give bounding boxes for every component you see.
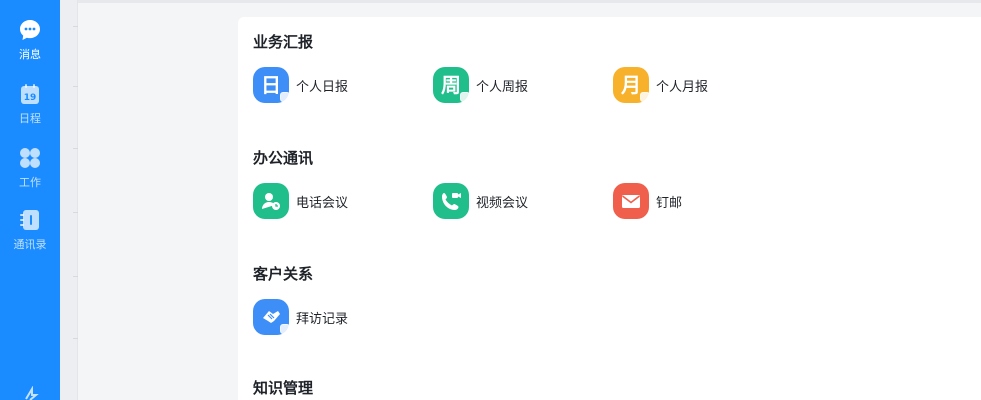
app-glyph: 月 — [621, 73, 641, 97]
nav-label: 消息 — [19, 48, 41, 61]
section-title-office-communication: 办公通讯 — [253, 149, 314, 167]
badge-icon — [460, 92, 470, 102]
calendar-icon: 19 — [21, 84, 39, 104]
weekly-report-icon: 周 — [433, 67, 470, 103]
section-title-business-report: 业务汇报 — [253, 33, 314, 51]
app-daily-report[interactable]: 日 个人日报 — [253, 66, 348, 104]
nav-item-calendar[interactable]: 19 日程 — [0, 82, 60, 138]
badge-icon — [280, 92, 290, 102]
app-label: 个人日报 — [296, 79, 349, 95]
app-label: 钉邮 — [656, 195, 683, 211]
app-label: 视频会议 — [476, 195, 529, 211]
app-label: 个人周报 — [476, 79, 529, 95]
nav-item-messages[interactable]: 消息 — [0, 18, 60, 74]
app-label: 拜访记录 — [296, 311, 349, 327]
app-label: 个人月报 — [656, 79, 709, 95]
app-monthly-report[interactable]: 月 个人月报 — [613, 66, 708, 104]
envelope-glyph-icon — [622, 195, 640, 208]
conversation-list-strip — [60, 0, 78, 400]
badge-icon — [640, 92, 650, 102]
calendar-day-text: 19 — [24, 93, 37, 103]
chat-bubble-icon — [20, 20, 40, 40]
app-visit-records[interactable]: 拜访记录 — [253, 298, 348, 336]
contacts-book-icon — [20, 210, 39, 230]
phone-video-glyph-icon — [442, 193, 461, 210]
video-call-icon — [433, 183, 469, 219]
daily-report-icon: 日 — [253, 67, 290, 103]
section-title-knowledge-management: 知识管理 — [253, 379, 314, 397]
app-phone-conference[interactable]: 电话会议 — [253, 182, 348, 220]
app-glyph: 周 — [441, 73, 461, 97]
phone-conference-icon — [253, 183, 289, 219]
top-divider — [78, 0, 981, 3]
person-phone-glyph-icon — [262, 193, 280, 210]
app-label: 电话会议 — [296, 195, 349, 211]
expand-icon[interactable] — [18, 386, 42, 400]
app-weekly-report[interactable]: 周 个人周报 — [433, 66, 528, 104]
app-ding-mail[interactable]: 钉邮 — [613, 182, 682, 220]
nav-label: 日程 — [19, 112, 41, 125]
mail-icon — [613, 183, 649, 219]
section-title-customer-relations: 客户关系 — [253, 265, 314, 283]
badge-icon — [280, 324, 290, 334]
nav-item-work[interactable]: 工作 — [0, 146, 60, 202]
nav-item-contacts[interactable]: 通讯录 — [0, 208, 60, 264]
handshake-glyph-icon — [263, 311, 280, 323]
apps-grid-icon — [20, 148, 40, 168]
nav-label: 工作 — [19, 176, 41, 189]
left-nav-rail: 消息 19 日程 工作 通讯录 — [0, 0, 60, 400]
handshake-icon — [253, 299, 290, 335]
monthly-report-icon: 月 — [613, 67, 650, 103]
app-glyph: 日 — [261, 73, 281, 97]
app-video-conference[interactable]: 视频会议 — [433, 182, 528, 220]
nav-label: 通讯录 — [13, 238, 47, 251]
workbench-panel — [238, 17, 981, 400]
